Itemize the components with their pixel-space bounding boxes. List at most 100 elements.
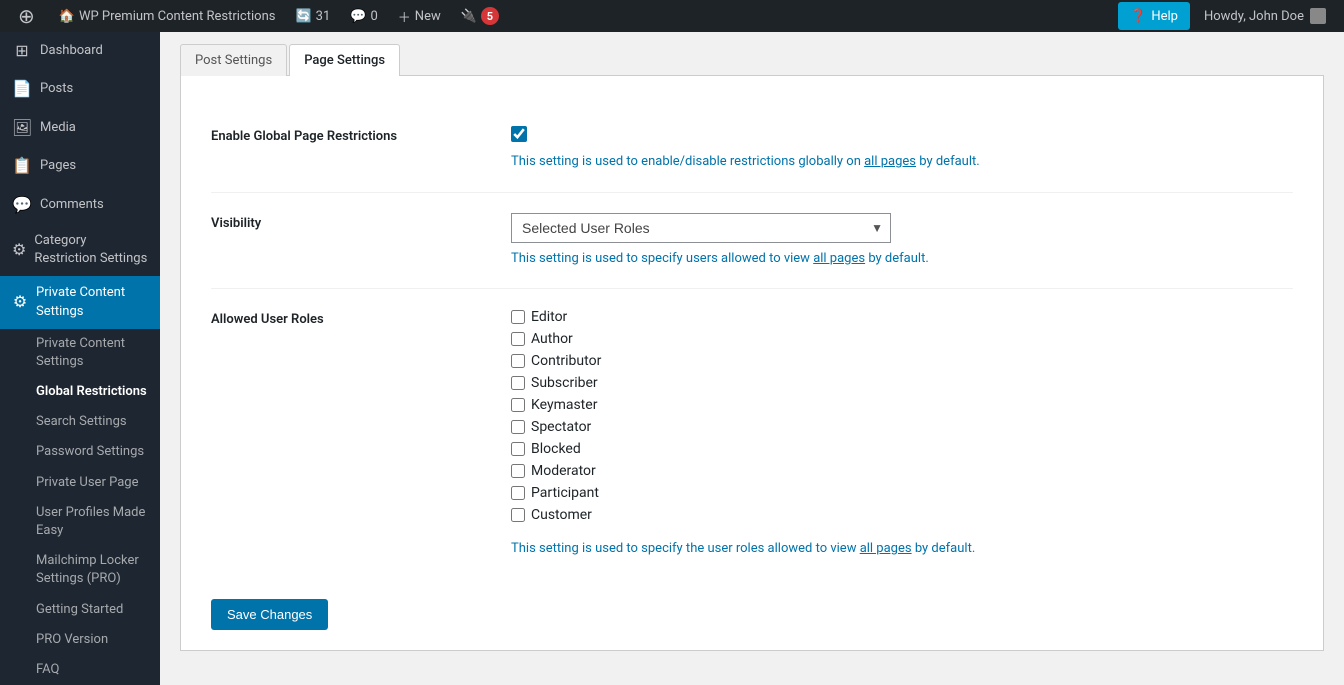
roles-description: This setting is used to specify the user… (511, 539, 1293, 559)
allowed-roles-control: Editor Author Contributor Subscriber Keymast… (511, 309, 1293, 559)
category-restriction-icon: ⚙ (12, 239, 26, 261)
settings-panel: Enable Global Page Restrictions This set… (180, 76, 1324, 651)
role-checkbox-spectator[interactable] (511, 420, 525, 434)
wp-icon: ⊕ (18, 4, 35, 28)
submenu-label-getting-started: Getting Started (36, 602, 123, 617)
role-checkbox-author[interactable] (511, 332, 525, 346)
role-checkbox-editor[interactable] (511, 310, 525, 324)
role-checkbox-blocked[interactable] (511, 442, 525, 456)
role-item-blocked[interactable]: Blocked (511, 441, 1293, 457)
updates-icon: 🔄 (295, 9, 311, 24)
role-item-subscriber[interactable]: Subscriber (511, 375, 1293, 391)
submenu-user-profiles[interactable]: User Profiles Made Easy (0, 498, 160, 546)
sidebar-item-dashboard[interactable]: ⊞ Dashboard (0, 32, 160, 70)
help-button[interactable]: ❓ Help (1118, 2, 1190, 30)
enable-global-desc-link[interactable]: all pages (864, 154, 916, 169)
visibility-desc-pre: This setting is used to specify users al… (511, 251, 813, 266)
role-label-moderator: Moderator (531, 463, 596, 479)
role-item-author[interactable]: Author (511, 331, 1293, 347)
sidebar-label-dashboard: Dashboard (40, 42, 103, 60)
role-item-customer[interactable]: Customer (511, 507, 1293, 523)
sidebar: ⊞ Dashboard 📄 Posts 🖼 Media 📋 Pages 💬 Co… (0, 32, 160, 685)
submenu-label-global-restrictions: Global Restrictions (36, 384, 147, 399)
visibility-description: This setting is used to specify users al… (511, 249, 1293, 269)
role-item-keymaster[interactable]: Keymaster (511, 397, 1293, 413)
comments-item[interactable]: 💬 0 (340, 0, 388, 32)
submenu-label-search-settings: Search Settings (36, 414, 127, 429)
enable-global-desc-post: by default. (916, 154, 980, 169)
role-checkbox-participant[interactable] (511, 486, 525, 500)
sidebar-label-posts: Posts (40, 80, 73, 98)
private-content-icon: ⚙ (12, 291, 28, 313)
tab-post-settings-label: Post Settings (195, 53, 272, 68)
role-label-customer: Customer (531, 507, 592, 523)
role-checkbox-keymaster[interactable] (511, 398, 525, 412)
role-checkbox-customer[interactable] (511, 508, 525, 522)
tabs-bar: Post Settings Page Settings (180, 44, 1324, 76)
submenu-private-content-settings[interactable]: Private Content Settings (0, 329, 160, 377)
role-label-subscriber: Subscriber (531, 375, 598, 391)
submenu-pro-version[interactable]: PRO Version (0, 625, 160, 655)
user-menu[interactable]: Howdy, John Doe (1194, 8, 1336, 24)
submenu-faq[interactable]: FAQ (0, 655, 160, 685)
sidebar-item-category-restriction[interactable]: ⚙ Category Restriction Settings (0, 224, 160, 276)
enable-global-checkbox[interactable] (511, 126, 527, 142)
role-checkbox-moderator[interactable] (511, 464, 525, 478)
submenu-label-faq: FAQ (36, 662, 59, 677)
submenu-label-password-settings: Password Settings (36, 444, 144, 459)
wp-logo[interactable]: ⊕ (8, 0, 49, 32)
roles-desc-link[interactable]: all pages (860, 541, 912, 556)
dashboard-icon: ⊞ (12, 40, 32, 62)
sidebar-label-pages: Pages (40, 157, 76, 175)
submenu-search-settings[interactable]: Search Settings (0, 407, 160, 437)
visibility-desc-link[interactable]: all pages (813, 251, 865, 266)
role-item-spectator[interactable]: Spectator (511, 419, 1293, 435)
plus-icon: ＋ (398, 7, 411, 26)
sidebar-item-media[interactable]: 🖼 Media (0, 109, 160, 147)
submenu-getting-started[interactable]: Getting Started (0, 595, 160, 625)
help-icon: ❓ (1130, 9, 1146, 24)
avatar (1310, 8, 1326, 24)
role-checkbox-subscriber[interactable] (511, 376, 525, 390)
tab-post-settings[interactable]: Post Settings (180, 44, 287, 76)
visibility-desc-post: by default. (865, 251, 929, 266)
sidebar-label-private-content: Private Content Settings (36, 284, 148, 320)
updates-item[interactable]: 🔄 31 (285, 0, 340, 32)
main-content: Post Settings Page Settings Enable Globa… (160, 32, 1344, 685)
visibility-select-wrapper: Everyone Logged In Users Selected User R… (511, 213, 891, 243)
comments-count: 0 (370, 9, 377, 24)
submenu-label-mailchimp: Mailchimp Locker Settings (PRO) (36, 553, 139, 586)
sidebar-item-posts[interactable]: 📄 Posts (0, 70, 160, 108)
tab-page-settings-label: Page Settings (304, 53, 385, 68)
plugin-item[interactable]: 🔌 5 (451, 0, 509, 32)
save-changes-button[interactable]: Save Changes (211, 599, 328, 630)
role-item-participant[interactable]: Participant (511, 485, 1293, 501)
role-item-moderator[interactable]: Moderator (511, 463, 1293, 479)
sidebar-item-comments[interactable]: 💬 Comments (0, 186, 160, 224)
plugin-icon: 🔌 (461, 9, 477, 24)
site-name-item[interactable]: 🏠 WP Premium Content Restrictions (49, 0, 286, 32)
sidebar-item-private-content[interactable]: ⚙ Private Content Settings (0, 276, 160, 328)
enable-global-label: Enable Global Page Restrictions (211, 126, 511, 144)
role-item-contributor[interactable]: Contributor (511, 353, 1293, 369)
role-label-keymaster: Keymaster (531, 397, 597, 413)
submenu-mailchimp[interactable]: Mailchimp Locker Settings (PRO) (0, 546, 160, 594)
role-label-editor: Editor (531, 309, 567, 325)
sidebar-item-pages[interactable]: 📋 Pages (0, 147, 160, 185)
sidebar-label-category-restriction: Category Restriction Settings (34, 232, 148, 268)
visibility-select[interactable]: Everyone Logged In Users Selected User R… (511, 213, 891, 243)
home-icon: 🏠 (59, 9, 75, 24)
comments-sidebar-icon: 💬 (12, 194, 32, 216)
submenu-label-private-user-page: Private User Page (36, 475, 138, 490)
role-item-editor[interactable]: Editor (511, 309, 1293, 325)
howdy-label: Howdy, John Doe (1204, 9, 1304, 24)
visibility-control: Everyone Logged In Users Selected User R… (511, 213, 1293, 269)
role-checkbox-contributor[interactable] (511, 354, 525, 368)
tab-page-settings[interactable]: Page Settings (289, 44, 400, 76)
posts-icon: 📄 (12, 78, 32, 100)
submenu-password-settings[interactable]: Password Settings (0, 437, 160, 467)
new-item[interactable]: ＋ New (388, 0, 451, 32)
submenu-private-user-page[interactable]: Private User Page (0, 468, 160, 498)
submenu-global-restrictions[interactable]: Global Restrictions (0, 377, 160, 407)
new-label: New (415, 9, 441, 24)
